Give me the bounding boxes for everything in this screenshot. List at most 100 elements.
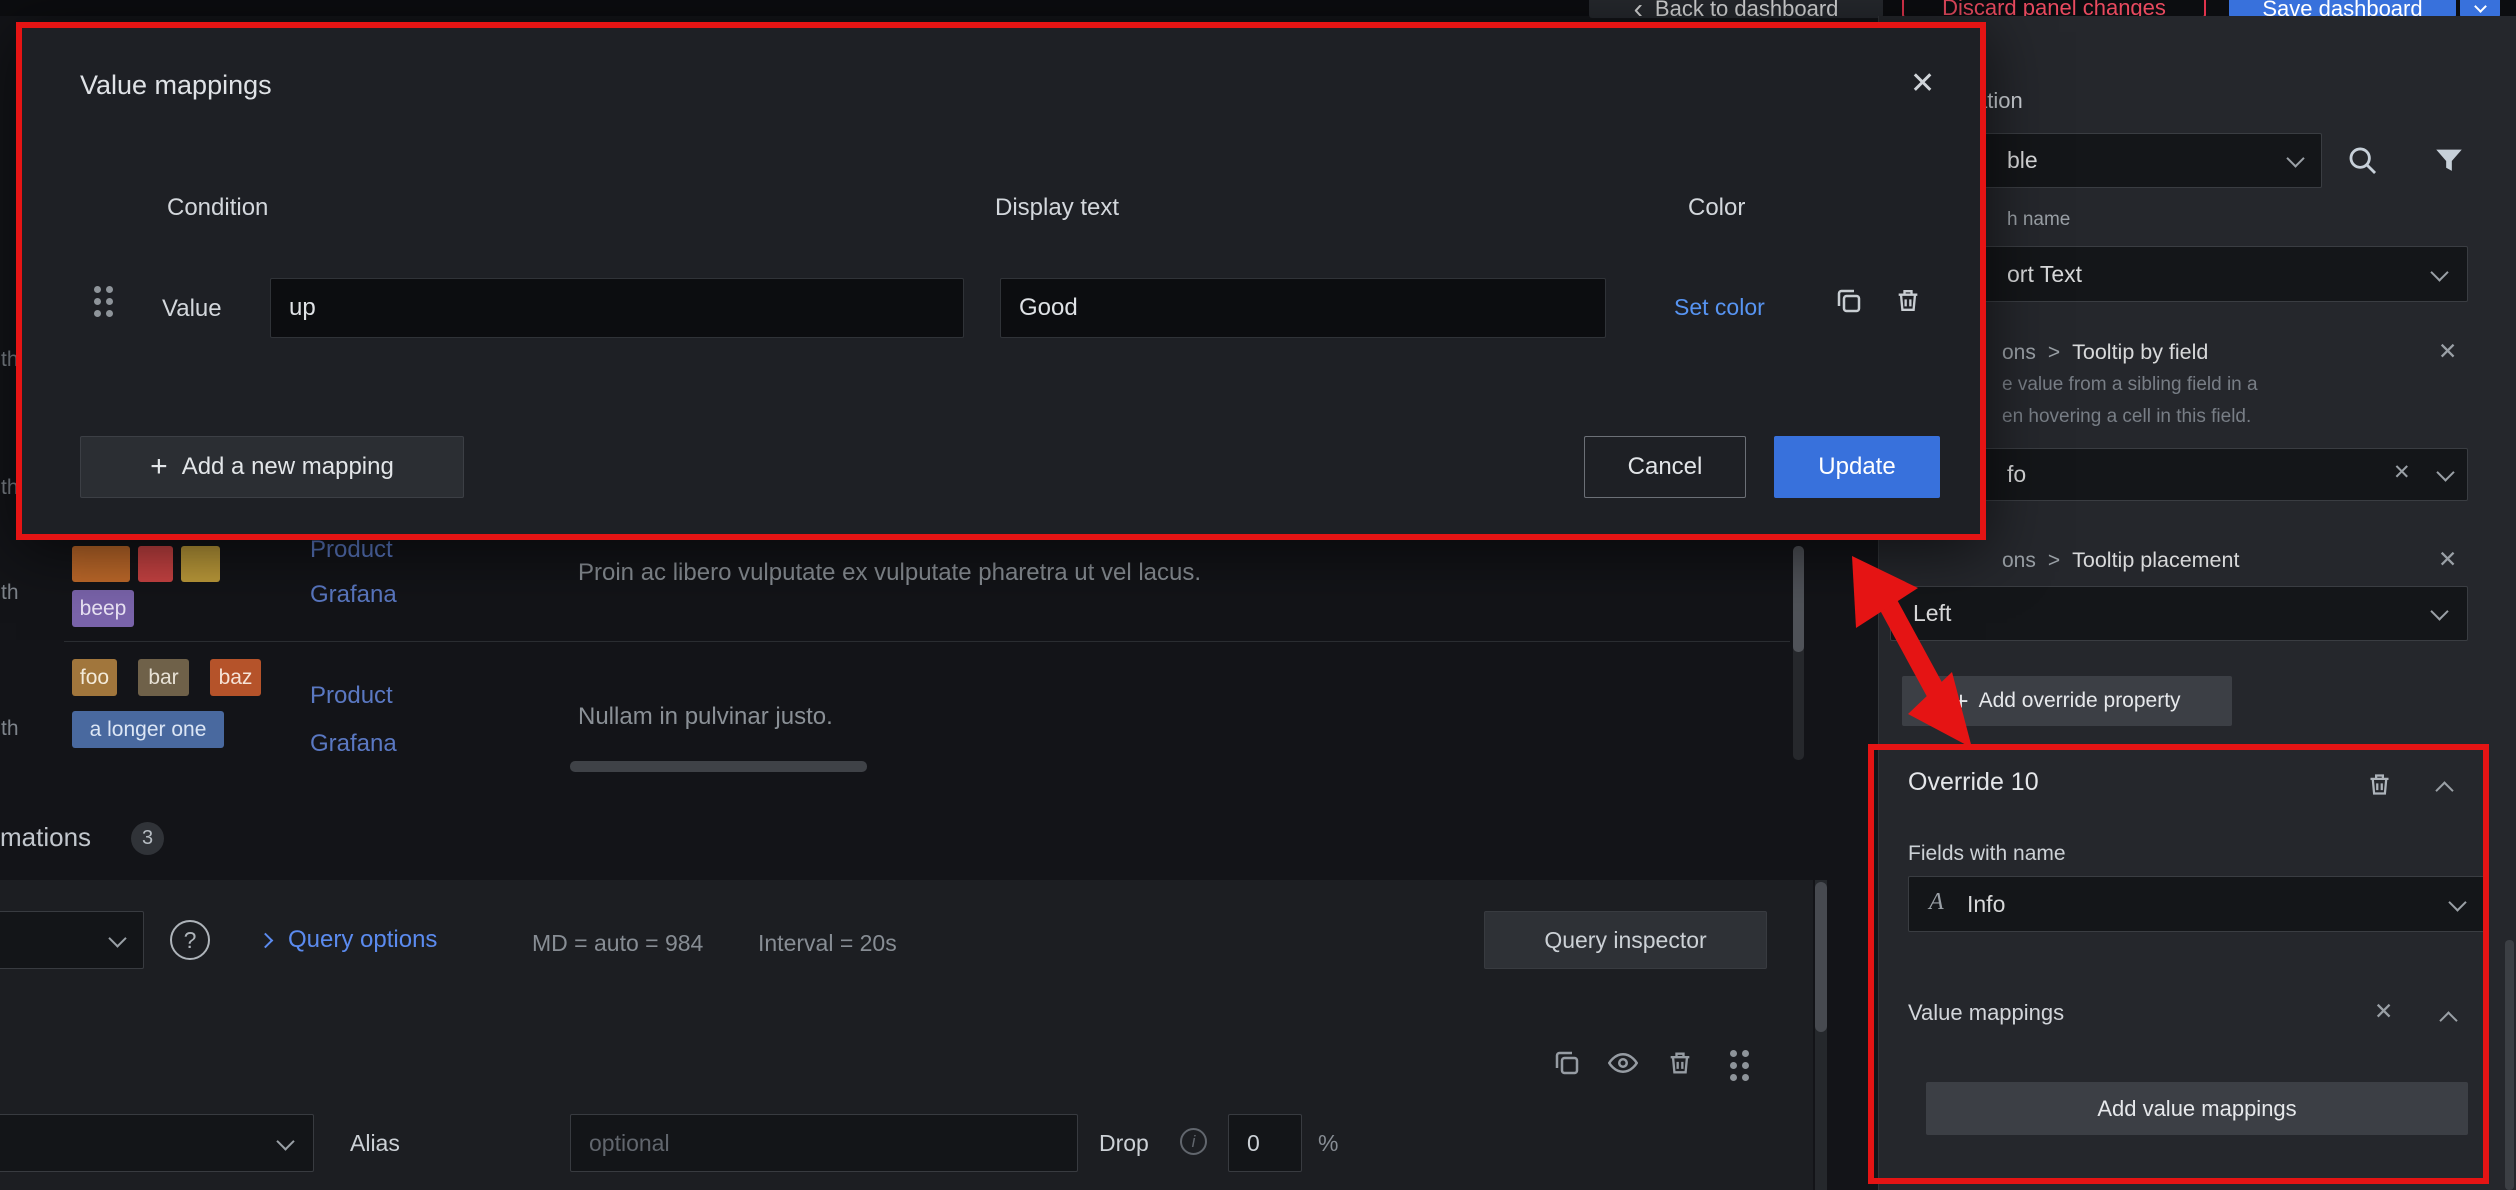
back-to-dashboard-button[interactable]: ‹ Back to dashboard [1589, 0, 1883, 18]
tag-badge-cut [72, 546, 130, 582]
breadcrumb-separator: > [2048, 341, 2060, 365]
override-10-title[interactable]: Override 10 [1908, 768, 2039, 797]
property-description-line: e value from a sibling field in a [2002, 374, 2258, 396]
table-panel-preview: beep Product Grafana Proin ac libero vul… [0, 540, 1808, 755]
query-options-toggle[interactable]: Query options [288, 926, 437, 954]
search-icon[interactable] [2346, 144, 2380, 183]
chevron-down-icon [2430, 263, 2448, 281]
transformations-count-badge: 3 [131, 822, 164, 855]
tag-badge: foo [72, 659, 117, 696]
transformations-section-header[interactable]: mations [0, 822, 91, 853]
fields-with-name-label: Fields with name [1908, 842, 2066, 866]
update-button[interactable]: Update [1774, 436, 1940, 498]
add-new-mapping-button[interactable]: + Add a new mapping [80, 436, 464, 498]
fields-with-name-select[interactable]: A Info [1908, 876, 2486, 932]
interval-summary: Interval = 20s [758, 930, 897, 957]
remove-property-icon[interactable]: ✕ [2438, 340, 2457, 363]
chevron-down-icon [108, 929, 126, 947]
grafana-link[interactable]: Grafana [310, 581, 397, 609]
condition-value-input[interactable] [270, 278, 964, 338]
grafana-link[interactable]: Grafana [310, 730, 397, 755]
remove-value-mappings-icon[interactable]: ✕ [2374, 1000, 2393, 1023]
row-label-fragment: th [1, 581, 19, 605]
table-horizontal-scrollbar-thumb[interactable] [570, 761, 867, 772]
tag-badge: a longer one [72, 711, 224, 748]
condition-column-header: Condition [167, 194, 268, 222]
add-new-mapping-label: Add a new mapping [182, 453, 394, 481]
sidebar-scrollbar-thumb[interactable] [2505, 940, 2514, 1190]
duplicate-mapping-icon[interactable] [1834, 286, 1864, 321]
alias-label: Alias [350, 1130, 400, 1157]
delete-mapping-trash-icon[interactable] [1894, 285, 1922, 321]
max-data-points-summary: MD = auto = 984 [532, 930, 703, 957]
property-prefix-fragment: ons [2002, 341, 2036, 365]
add-value-mappings-label: Add value mappings [2097, 1096, 2296, 1122]
tag-badge: beep [72, 590, 134, 627]
mapping-type-label: Value [162, 295, 222, 323]
table-cell-text: Proin ac libero vulputate ex vulputate p… [578, 559, 1201, 587]
remove-property-icon[interactable]: ✕ [2438, 548, 2457, 571]
display-text-input[interactable] [1000, 278, 1606, 338]
modal-title: Value mappings [80, 70, 272, 101]
product-link[interactable]: Product [310, 540, 393, 564]
chevron-down-icon [2436, 463, 2454, 481]
back-to-dashboard-label: Back to dashboard [1655, 0, 1838, 22]
plus-icon: + [1953, 686, 1968, 717]
override-property-label: ons > Tooltip placement [2002, 548, 2239, 573]
chevron-down-icon [2474, 0, 2487, 12]
tag-badge: baz [210, 659, 261, 696]
property-name: Tooltip by field [2072, 340, 2208, 365]
query-inspector-button[interactable]: Query inspector [1484, 911, 1767, 969]
fields-with-name-value: Info [1967, 891, 2005, 918]
info-icon[interactable]: i [1180, 1128, 1207, 1155]
alias-input[interactable] [570, 1114, 1078, 1172]
grafana-panel-edit-page: ‹ Back to dashboard Discard panel change… [0, 0, 2516, 1190]
add-override-property-button[interactable]: + Add override property [1902, 676, 2232, 726]
mapping-drag-handle-icon[interactable] [94, 286, 113, 317]
percent-label: % [1318, 1130, 1338, 1157]
cancel-label: Cancel [1628, 453, 1703, 481]
query-drag-handle-icon[interactable] [1730, 1050, 1749, 1081]
delete-query-trash-icon[interactable] [1666, 1048, 1694, 1083]
close-icon[interactable]: ✕ [1910, 66, 1935, 101]
drop-label: Drop [1099, 1130, 1149, 1157]
chevron-down-icon [2286, 149, 2304, 167]
update-label: Update [1818, 453, 1895, 481]
tooltip-field-select-value: fo [2007, 461, 2026, 488]
field-type-icon: A [1929, 889, 1944, 916]
toggle-visibility-eye-icon[interactable] [1608, 1048, 1638, 1083]
property-prefix-fragment: ons [2002, 549, 2036, 573]
visualization-select-value: ble [2007, 147, 2038, 174]
help-icon[interactable]: ? [170, 920, 210, 960]
chevron-down-icon [276, 1132, 294, 1150]
datasource-select[interactable] [0, 911, 144, 969]
chevron-right-icon [258, 933, 274, 949]
property-name: Tooltip placement [2072, 548, 2239, 573]
cancel-button[interactable]: Cancel [1584, 436, 1746, 498]
property-description-line: en hovering a cell in this field. [2002, 406, 2251, 428]
row-label-fragment: th [1, 717, 19, 741]
clear-selection-icon[interactable]: ✕ [2393, 462, 2411, 483]
add-override-property-label: Add override property [1979, 689, 2181, 713]
value-mappings-modal: Value mappings ✕ Condition Display text … [16, 22, 1986, 540]
table-cell-text: Nullam in pulvinar justo. [578, 703, 833, 731]
field-name-label-fragment: h name [2007, 209, 2070, 231]
tag-badge-cut [138, 546, 173, 582]
query-type-select[interactable] [0, 1114, 314, 1172]
query-editor-panel: ? Query options MD = auto = 984 Interval… [0, 880, 1813, 1190]
tooltip-placement-select[interactable]: Left [1890, 586, 2468, 641]
color-column-header: Color [1688, 194, 1745, 222]
plus-icon: + [150, 450, 168, 484]
tag-badge-cut [181, 546, 220, 582]
product-link[interactable]: Product [310, 682, 393, 710]
set-color-link[interactable]: Set color [1674, 294, 1765, 321]
add-value-mappings-button[interactable]: Add value mappings [1926, 1082, 2468, 1135]
value-mappings-property-label: Value mappings [1908, 1000, 2064, 1026]
filter-icon[interactable] [2432, 144, 2466, 183]
page-vertical-scrollbar-thumb[interactable] [1815, 882, 1827, 1032]
duplicate-query-icon[interactable] [1552, 1048, 1582, 1083]
delete-override-trash-icon[interactable] [2366, 770, 2393, 804]
table-vertical-scrollbar-thumb[interactable] [1793, 546, 1804, 652]
field-select-value: ort Text [2007, 261, 2082, 288]
drop-percent-input[interactable] [1228, 1114, 1302, 1172]
